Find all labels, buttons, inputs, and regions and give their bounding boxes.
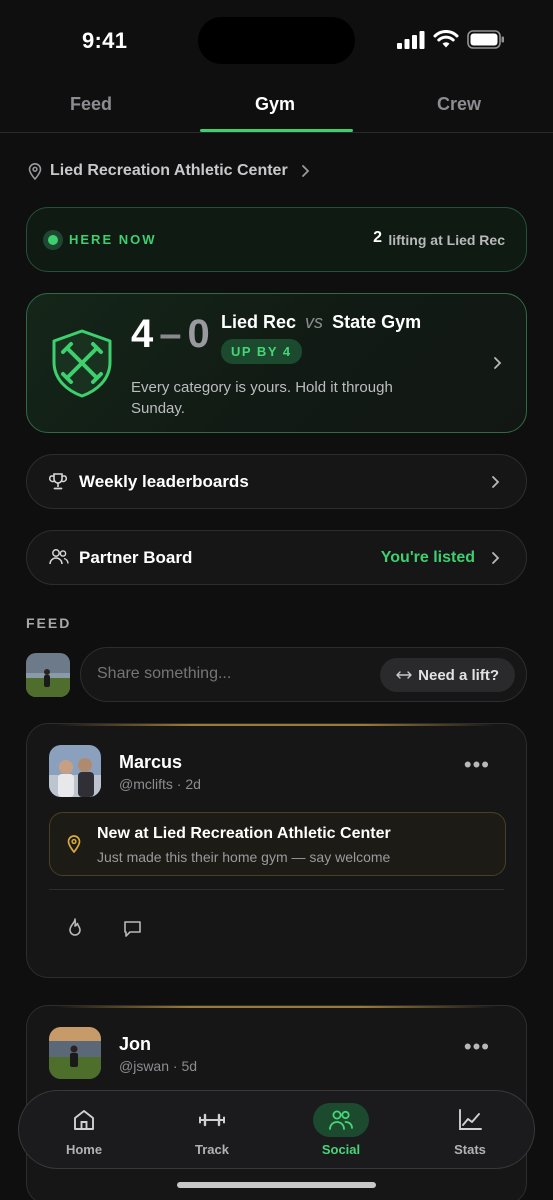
score-separator: –	[159, 312, 182, 356]
partner-board-label: Partner Board	[79, 548, 193, 567]
score-home: 4	[131, 312, 154, 356]
tab-crew[interactable]: Crew	[437, 94, 481, 115]
away-gym: State Gym	[332, 312, 422, 332]
dumbbell-icon	[199, 1113, 225, 1127]
live-indicator-icon	[43, 230, 63, 250]
here-now-card[interactable]: HERE NOW 2 lifting at Lied Rec	[26, 207, 527, 272]
status-time: 9:41	[82, 28, 128, 53]
feed-post: Marcus @mclifts · 2d ••• New at Lied Rec…	[26, 723, 527, 978]
post-author-name[interactable]: Marcus	[119, 752, 182, 773]
status-bar: 9:41	[0, 0, 553, 80]
partner-board-status: You're listed	[380, 549, 475, 566]
lead-badge: UP BY 4	[221, 339, 302, 364]
home-gym: Lied Rec	[221, 312, 297, 332]
comment-icon[interactable]	[123, 920, 142, 938]
nav-track-label: Track	[195, 1142, 229, 1157]
vs-label: vs	[305, 312, 324, 332]
social-icon	[329, 1110, 353, 1130]
chevron-right-icon	[492, 476, 500, 488]
status-icons	[397, 30, 505, 49]
post-composer: Need a lift?	[80, 647, 527, 702]
tab-feed[interactable]: Feed	[70, 94, 112, 115]
avatar-image	[49, 745, 101, 797]
post-meta: @mclifts · 2d	[119, 776, 201, 792]
nav-stats-label: Stats	[454, 1142, 486, 1157]
wifi-icon	[433, 30, 459, 48]
map-pin-icon	[67, 835, 81, 853]
battle-matchup: Lied Rec vs State Gym	[221, 312, 421, 333]
here-now-subtitle: lifting at Lied Rec	[388, 232, 505, 248]
avatar-image	[26, 653, 70, 697]
event-subtitle: Just made this their home gym — say welc…	[97, 849, 391, 865]
score-away: 0	[187, 312, 210, 356]
need-a-lift-label: Need a lift?	[418, 666, 499, 684]
event-title: New at Lied Recreation Athletic Center	[97, 825, 391, 842]
feed-section-header: FEED	[26, 615, 72, 631]
avatar[interactable]	[49, 745, 101, 797]
here-now-label: HERE NOW	[69, 232, 157, 247]
nav-social[interactable]: Social	[281, 1091, 401, 1170]
more-options-icon[interactable]: •••	[464, 1034, 490, 1060]
arrows-horizontal-icon	[396, 671, 412, 679]
gym-battle-card[interactable]: 4 – 0 Lied Rec vs State Gym UP BY 4 Ever…	[26, 293, 527, 433]
shield-dumbbell-icon	[52, 329, 112, 398]
gym-location-link[interactable]: Lied Recreation Athletic Center	[28, 162, 310, 180]
nav-track[interactable]: Track	[152, 1091, 272, 1170]
fire-icon[interactable]	[67, 918, 83, 938]
nav-home[interactable]: Home	[24, 1091, 144, 1170]
here-now-count: 2	[373, 229, 382, 246]
home-indicator	[177, 1182, 376, 1188]
battle-score: 4 – 0	[131, 312, 210, 357]
new-gym-event[interactable]: New at Lied Recreation Athletic Center J…	[49, 812, 506, 876]
chart-icon	[459, 1109, 482, 1130]
share-input[interactable]	[97, 665, 357, 683]
chevron-right-icon	[492, 552, 500, 564]
post-author-name[interactable]: Jon	[119, 1034, 151, 1055]
more-options-icon[interactable]: •••	[464, 752, 490, 778]
partner-board-row[interactable]: Partner Board You're listed	[26, 530, 527, 585]
nav-stats[interactable]: Stats	[410, 1091, 530, 1170]
nav-social-label: Social	[321, 1142, 361, 1157]
battle-description: Every category is yours. Hold it through…	[131, 379, 393, 417]
avatar-image	[49, 1027, 101, 1079]
post-divider	[49, 889, 504, 890]
people-icon	[49, 549, 69, 565]
battery-icon	[467, 30, 504, 49]
tab-gym[interactable]: Gym	[255, 94, 295, 115]
bottom-tab-bar: Home Track Social Stats	[18, 1090, 535, 1169]
avatar[interactable]	[49, 1027, 101, 1079]
home-icon	[74, 1110, 94, 1130]
top-tabs: Feed Gym Crew	[0, 84, 553, 133]
map-pin-icon	[28, 162, 42, 180]
nav-home-label: Home	[65, 1142, 103, 1157]
avatar[interactable]	[26, 653, 70, 697]
gym-location-name: Lied Recreation Athletic Center	[50, 162, 288, 179]
chevron-right-icon	[494, 357, 502, 369]
post-meta: @jswan · 5d	[119, 1058, 198, 1074]
leaderboards-label: Weekly leaderboards	[79, 472, 249, 491]
weekly-leaderboards-row[interactable]: Weekly leaderboards	[26, 454, 527, 509]
dynamic-island	[198, 17, 355, 64]
need-a-lift-button[interactable]: Need a lift?	[380, 658, 515, 692]
signal-icon	[397, 30, 425, 49]
chevron-right-icon	[301, 165, 309, 177]
active-tab-indicator	[200, 129, 353, 132]
trophy-icon	[49, 473, 67, 490]
